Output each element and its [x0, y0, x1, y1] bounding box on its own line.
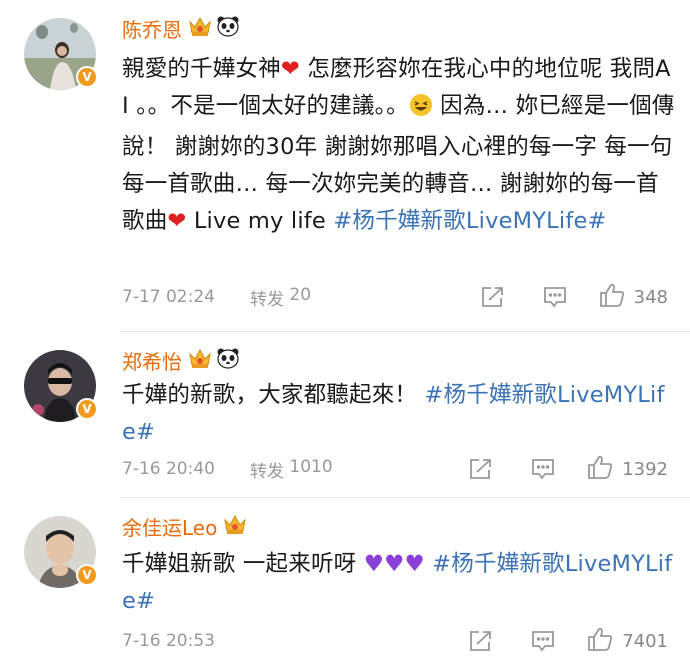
share-icon[interactable]: [480, 285, 506, 309]
username[interactable]: 陈乔恩: [122, 14, 182, 43]
timestamp: 7-17 02:24: [122, 287, 215, 307]
purple-heart-icon: ♥: [363, 551, 385, 577]
comment-icon[interactable]: [542, 285, 568, 309]
crown-icon: [223, 513, 247, 539]
red-heart-icon: ❤: [167, 208, 187, 234]
repost-info[interactable]: 转发 20: [250, 285, 311, 310]
username[interactable]: 郑希怡: [122, 346, 182, 375]
like-count: 7401: [622, 630, 668, 652]
verified-badge: V: [76, 564, 98, 586]
verified-badge: V: [76, 66, 98, 88]
like-count: 1392: [622, 458, 668, 480]
crown-icon: [188, 347, 212, 373]
like-count: 348: [633, 286, 668, 308]
purple-heart-icon: ♥: [384, 551, 405, 577]
like-button[interactable]: 7401: [586, 626, 668, 657]
topic-link[interactable]: #杨千嬅新歌LiveMYLife#: [333, 208, 606, 234]
comment-icon[interactable]: [530, 629, 556, 653]
share-icon[interactable]: [468, 629, 494, 653]
repost-info[interactable]: 转发 1010: [250, 457, 333, 482]
like-button[interactable]: 348: [598, 282, 668, 313]
crown-icon: [188, 15, 212, 41]
username[interactable]: 余佳运Leo: [122, 512, 217, 541]
panda-icon: [216, 347, 240, 373]
comment-item: V 郑希怡 千嬅的新歌，大家都聽起來！ #杨千嬅新歌LiveMYLife# 7-…: [0, 332, 690, 498]
timestamp: 7-16 20:40: [122, 459, 215, 479]
comment-text: 千嬅姐新歌 一起来听呀 ♥♥♥ #杨千嬅新歌LiveMYLife#: [122, 551, 673, 614]
timestamp: 7-16 20:53: [122, 631, 215, 651]
comment-item: V 陈乔恩 親愛的千嬅女神❤ 怎麼形容妳在我心中的地位呢 我問AI 。。不是一個…: [0, 0, 690, 332]
like-icon: [586, 626, 614, 657]
comment-icon[interactable]: [530, 457, 556, 481]
comment-text: 親愛的千嬅女神❤ 怎麼形容妳在我心中的地位呢 我問AI 。。不是一個太好的建議。…: [122, 56, 675, 234]
panda-icon: [216, 15, 240, 41]
verified-badge: V: [76, 398, 98, 420]
comment-text: 千嬅的新歌，大家都聽起來！ #杨千嬅新歌LiveMYLife#: [122, 382, 665, 445]
like-button[interactable]: 1392: [586, 454, 668, 485]
purple-heart-icon: ♥: [404, 551, 425, 577]
red-heart-icon: ❤: [280, 56, 300, 82]
share-icon[interactable]: [468, 457, 494, 481]
like-icon: [586, 454, 614, 485]
laughing-face-icon: [409, 92, 433, 129]
like-icon: [598, 282, 626, 313]
comment-item: V 余佳运Leo 千嬅姐新歌 一起来听呀 ♥♥♥ #杨千嬅新歌LiveMYLif…: [0, 498, 690, 656]
